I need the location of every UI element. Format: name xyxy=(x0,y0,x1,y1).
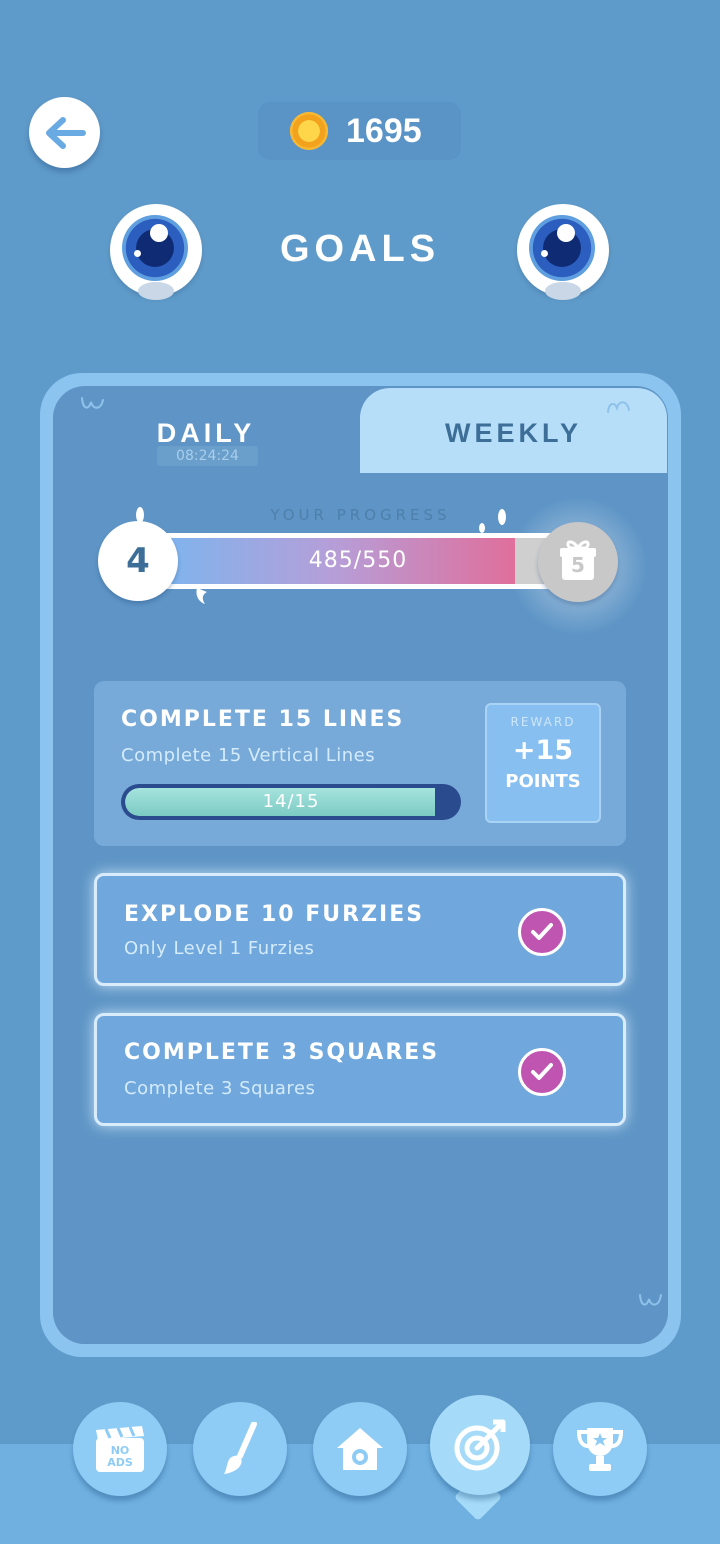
goal-card-completed: EXPLODE 10 FURZIES Only Level 1 Furzies xyxy=(94,873,626,986)
goal-progress-bar: 14/15 xyxy=(121,784,461,820)
checkmark-icon xyxy=(518,908,566,956)
goal-title: COMPLETE 3 SQUARES xyxy=(124,1040,440,1065)
goal-progress-text: 14/15 xyxy=(262,791,320,812)
page-title: GOALS xyxy=(279,228,441,270)
target-icon xyxy=(454,1419,506,1471)
level-progress-bar: 485/550 xyxy=(148,533,568,589)
reward-label: REWARD xyxy=(510,715,576,729)
daily-reset-timer: 08:24:24 xyxy=(157,446,258,466)
goal-card: COMPLETE 15 LINES Complete 15 Vertical L… xyxy=(94,681,626,846)
coin-icon xyxy=(290,112,328,150)
tab-daily[interactable]: DAILY 08:24:24 xyxy=(53,388,359,474)
doodle-icon xyxy=(607,401,630,413)
goal-card-completed: COMPLETE 3 SQUARES Complete 3 Squares xyxy=(94,1013,626,1126)
paintbrush-icon xyxy=(224,1422,257,1474)
goal-subtitle: Complete 15 Vertical Lines xyxy=(121,745,376,766)
arrow-left-icon xyxy=(45,116,86,149)
goal-title: COMPLETE 15 LINES xyxy=(121,707,405,732)
no-ads-icon: NO ADS xyxy=(96,1426,144,1472)
home-icon xyxy=(337,1428,383,1470)
doodle-icon xyxy=(81,397,104,409)
nav-home-button[interactable] xyxy=(313,1402,407,1496)
tab-daily-label: DAILY xyxy=(156,418,256,448)
goal-title: EXPLODE 10 FURZIES xyxy=(124,902,425,927)
goals-panel-inner: WEEKLY DAILY 08:24:24 YOUR PROGRESS 485/… xyxy=(53,386,668,1344)
reward-unit: POINTS xyxy=(505,771,581,792)
sparkle-icon xyxy=(196,588,207,604)
coin-balance: 1695 xyxy=(258,102,461,160)
checkmark-icon xyxy=(518,1048,566,1096)
eye-mascot-right xyxy=(517,204,609,300)
sparkle-icon xyxy=(498,509,506,525)
tab-weekly[interactable]: WEEKLY xyxy=(360,388,667,474)
nav-leaderboard-button[interactable] xyxy=(553,1402,647,1496)
nav-customize-button[interactable] xyxy=(193,1402,287,1496)
tab-weekly-label: WEEKLY xyxy=(444,418,583,448)
next-level-number: 5 xyxy=(571,553,585,577)
goal-subtitle: Only Level 1 Furzies xyxy=(124,938,315,959)
doodle-icon xyxy=(639,1294,662,1306)
nav-goals-button[interactable] xyxy=(430,1395,530,1495)
goal-subtitle: Complete 3 Squares xyxy=(124,1078,316,1099)
reward-points: +15 xyxy=(512,735,574,766)
trophy-icon xyxy=(576,1428,624,1471)
no-ads-text-line2: ADS xyxy=(107,1456,133,1469)
current-level-badge: 4 xyxy=(98,521,178,601)
nav-no-ads-button[interactable]: NO ADS xyxy=(73,1402,167,1496)
level-progress-text: 485/550 xyxy=(308,548,408,573)
goals-panel: WEEKLY DAILY 08:24:24 YOUR PROGRESS 485/… xyxy=(40,373,681,1357)
back-button[interactable] xyxy=(29,97,100,168)
goal-reward-box: REWARD +15 POINTS xyxy=(485,703,601,823)
next-level-reward[interactable]: 5 xyxy=(538,522,618,602)
coin-count: 1695 xyxy=(346,111,422,150)
